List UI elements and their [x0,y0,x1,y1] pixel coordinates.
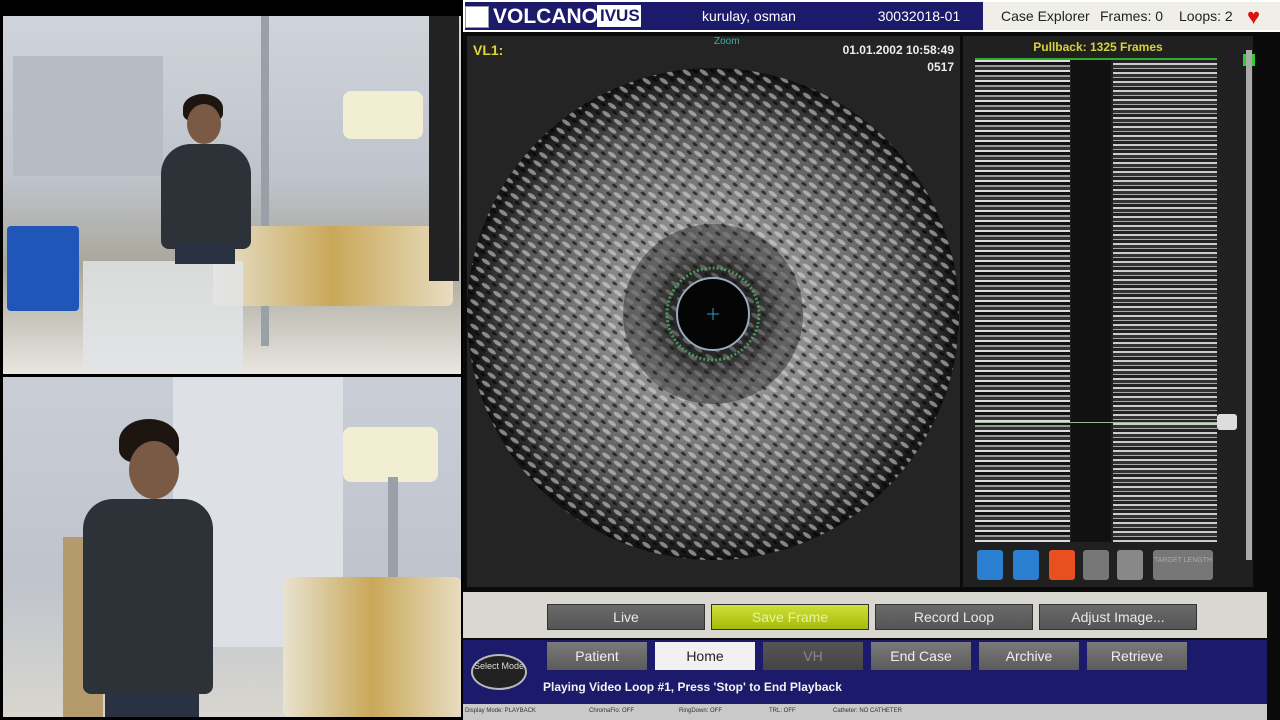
save-frame-button[interactable]: Save Frame [711,604,869,630]
title-bar: VOLCANO IVUS kurulay, osman 30032018-01 … [463,0,1280,32]
status-footer: Display Mode: PLAYBACK ChromaFlo: OFF Ri… [463,704,1267,720]
long-view-left [975,60,1070,542]
footer-trl: TRL: OFF [769,708,796,714]
adjust-image-button[interactable]: Adjust Image... [1039,604,1197,630]
bookmark-icon[interactable] [1013,550,1039,580]
ivus-application: VOLCANO IVUS kurulay, osman 30032018-01 … [463,0,1280,720]
navigation-bar: Select Mode Patient Home VH End Case Arc… [463,640,1267,704]
tab-retrieve[interactable]: Retrieve [1087,642,1187,670]
patient-name[interactable]: kurulay, osman [641,2,857,30]
camera-feed-top [3,16,461,374]
footer-catheter: Catheter: NO CATHETER [833,708,902,714]
product-name: IVUS [597,5,643,27]
tab-archive[interactable]: Archive [979,642,1079,670]
brand-name: VOLCANO [493,5,598,28]
heart-icon: ♥ [1247,4,1261,29]
cursor-marker[interactable] [1217,414,1237,430]
long-view-right [1113,60,1217,542]
case-explorer-link[interactable]: Case Explorer [1001,8,1090,24]
live-button[interactable]: Live [547,604,705,630]
tab-end-case[interactable]: End Case [871,642,971,670]
case-info: Case Explorer Frames: 0 Loops: 2 [983,2,1280,30]
tab-vh[interactable]: VH [763,642,863,670]
refresh-icon[interactable] [1083,550,1109,580]
longitudinal-view[interactable]: Pullback: 1325 Frames TARGET LENGTH [963,36,1255,587]
case-id[interactable]: 30032018-01 [859,2,979,30]
scrollbar[interactable] [1246,50,1252,560]
pullback-label: Pullback: 1325 Frames [1033,40,1163,54]
target-length-button[interactable]: TARGET LENGTH [1153,550,1213,580]
stop-icon[interactable] [1049,550,1075,580]
footer-chromaflo: ChromaFlo: OFF [589,708,635,714]
volcano-logo-icon [465,6,489,28]
footer-display-mode: Display Mode: PLAYBACK [465,708,536,714]
loops-count: Loops: 2 [1179,8,1233,24]
tab-patient[interactable]: Patient [547,642,647,670]
record-loop-button[interactable]: Record Loop [875,604,1033,630]
select-mode-button[interactable]: Select Mode [471,654,527,690]
tab-home[interactable]: Home [655,642,755,670]
cross-section-view[interactable]: VL1: Zoom 01.01.2002 10:58:49 0517 [467,36,960,587]
footer-ringdown: RingDown: OFF [679,708,723,714]
long-view-gap [1071,60,1111,542]
split-icon[interactable] [1117,550,1143,580]
status-message: Playing Video Loop #1, Press 'Stop' to E… [543,680,842,694]
frames-count: Frames: 0 [1100,8,1164,24]
view-mode-icon[interactable] [977,550,1003,580]
camera-feed-bottom [3,377,461,717]
ivus-image [467,68,959,560]
cursor-line[interactable] [975,422,1217,423]
action-buttons: Live Save Frame Record Loop Adjust Image… [463,592,1267,638]
